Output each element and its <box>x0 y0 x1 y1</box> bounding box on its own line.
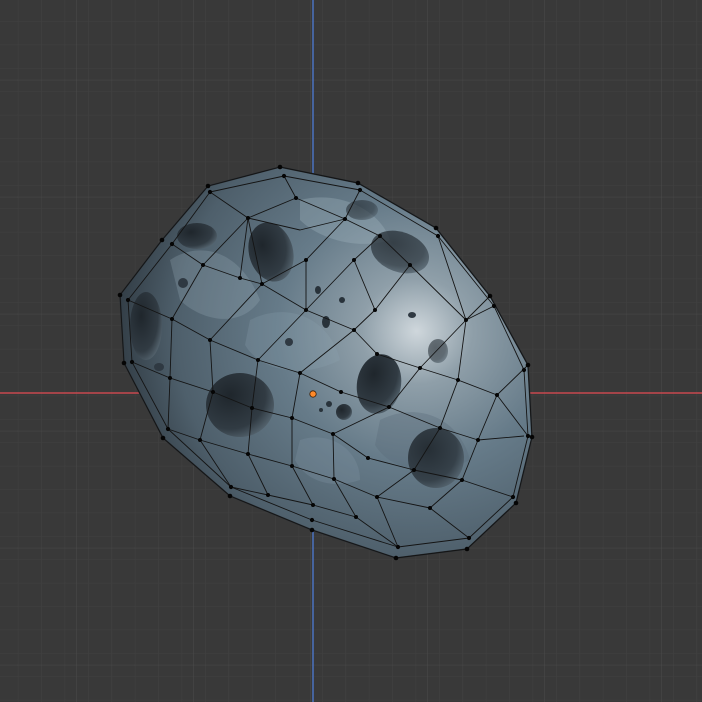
viewport-canvas[interactable] <box>0 0 702 702</box>
crater <box>346 200 378 220</box>
3d-viewport[interactable] <box>0 0 702 702</box>
object-origin-point[interactable] <box>309 390 317 398</box>
crater <box>130 292 162 360</box>
crater <box>206 373 274 437</box>
crater <box>428 339 448 363</box>
crater <box>336 404 352 420</box>
crater <box>177 223 217 249</box>
